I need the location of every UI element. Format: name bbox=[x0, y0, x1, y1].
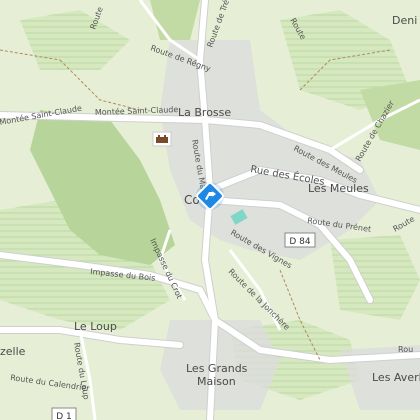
place-label-les-averly: Les Averly bbox=[372, 371, 420, 384]
map-view[interactable]: La Brosse Les Meules Le Loup Les Grands … bbox=[0, 0, 420, 420]
road-label-route-br: Rou bbox=[398, 345, 413, 354]
svg-text:D 1: D 1 bbox=[56, 412, 72, 420]
road-shield-d84: D 84 bbox=[284, 232, 316, 248]
navigation-marker-icon[interactable] bbox=[196, 182, 224, 210]
road-shield-d1: D 1 bbox=[51, 407, 77, 420]
place-label-les-grands: Les Grands bbox=[186, 362, 248, 375]
place-label-zelle: zelle bbox=[0, 345, 26, 358]
place-label-le-loup: Le Loup bbox=[74, 320, 117, 333]
place-label-la-brosse: La Brosse bbox=[178, 106, 231, 119]
castle-icon[interactable] bbox=[152, 131, 172, 147]
svg-text:D 84: D 84 bbox=[289, 237, 311, 247]
place-label-deni: Deni bbox=[392, 14, 417, 27]
place-label-maison: Maison bbox=[197, 375, 236, 388]
map-canvas[interactable]: La Brosse Les Meules Le Loup Les Grands … bbox=[0, 0, 420, 420]
